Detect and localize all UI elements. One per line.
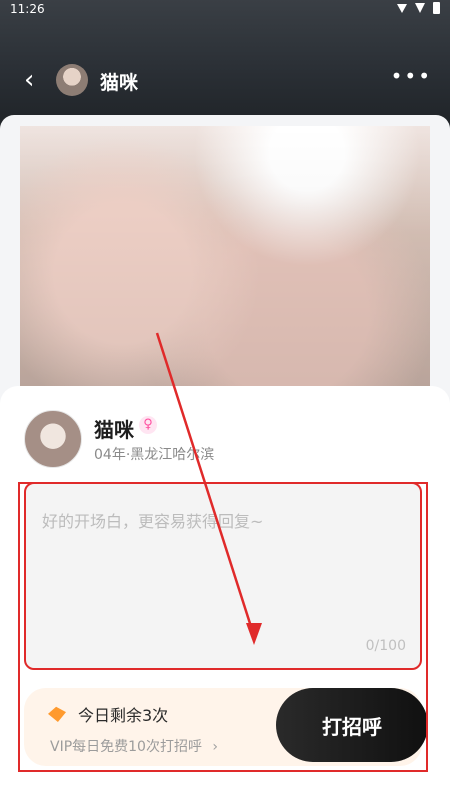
status-bar: 11:26 (0, 0, 450, 20)
vip-link-text: VIP每日免费10次打招呼 (50, 739, 202, 755)
female-icon: ♀ (139, 416, 157, 434)
signal-icon (397, 3, 407, 13)
quota-icon (48, 706, 66, 722)
message-box[interactable]: 好的开场白，更容易获得回复~ 0/100 (24, 482, 422, 670)
user-info: 04年·黑龙江哈尔滨 (94, 447, 215, 463)
battery-icon (433, 2, 440, 14)
quota-remaining: 今日剩余3次 (78, 706, 169, 725)
chevron-right-icon: › (212, 739, 219, 755)
photo-overlay (20, 126, 430, 396)
vip-link[interactable]: VIP每日免费10次打招呼 › (50, 736, 218, 756)
header-title: 猫咪 (100, 72, 139, 94)
message-placeholder: 好的开场白，更容易获得回复~ (42, 512, 264, 531)
message-counter: 0/100 (365, 638, 406, 654)
more-icon[interactable]: ••• (391, 64, 432, 88)
user-name: 猫咪 (94, 418, 134, 442)
user-avatar[interactable] (24, 410, 82, 468)
wifi-icon (415, 3, 425, 13)
status-time: 11:26 (10, 2, 45, 16)
top-header: ‹ 猫咪 ••• (0, 58, 450, 104)
status-icons (397, 2, 440, 14)
back-icon[interactable]: ‹ (24, 67, 34, 93)
greet-button[interactable]: 打招呼 (276, 688, 428, 762)
header-avatar[interactable] (56, 64, 88, 96)
profile-photo[interactable] (20, 126, 430, 396)
